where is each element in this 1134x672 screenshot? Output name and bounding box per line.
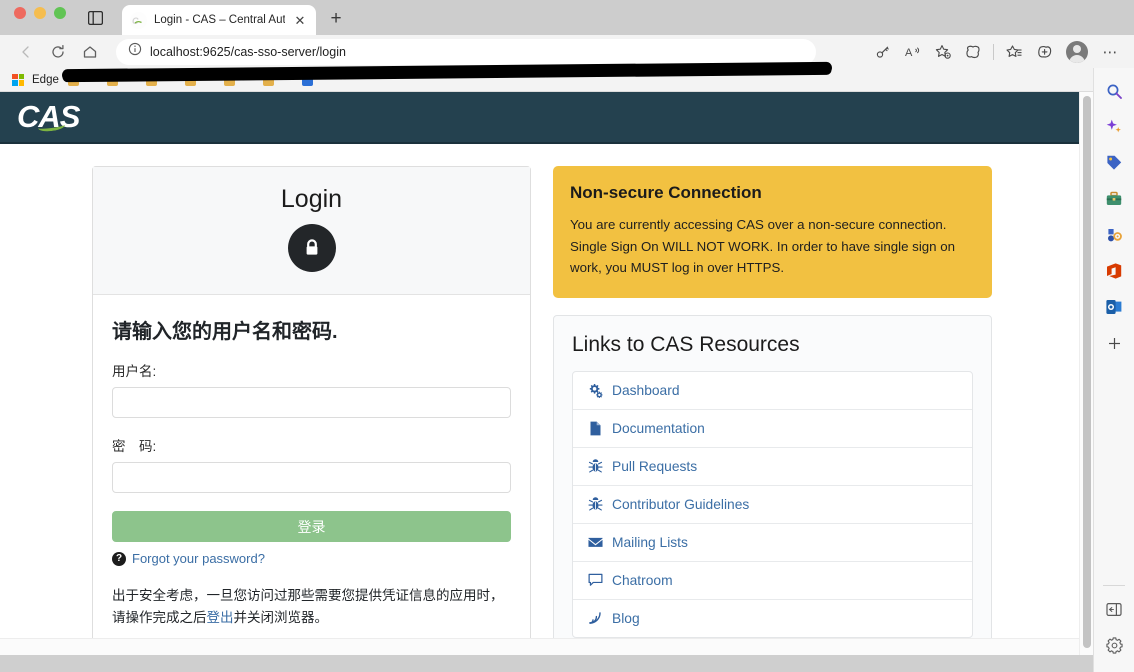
resource-label: Mailing Lists — [612, 534, 688, 550]
tab-close-icon[interactable]: ✕ — [292, 12, 308, 28]
window-controls — [14, 0, 66, 35]
resource-label: Chatroom — [612, 572, 673, 588]
toolbar-divider — [993, 43, 994, 60]
bug-icon — [587, 496, 603, 512]
resources-title: Links to CAS Resources — [572, 332, 800, 356]
non-secure-warning-panel: Non-secure Connection You are currently … — [553, 166, 992, 298]
resource-label: Dashboard — [612, 382, 680, 398]
username-input[interactable] — [112, 387, 511, 418]
resource-label: Blog — [612, 610, 640, 626]
svg-text:A: A — [905, 47, 913, 59]
login-card-header: Login — [93, 167, 530, 295]
resource-link-blog[interactable]: Blog — [573, 600, 972, 637]
resource-link-chatroom[interactable]: Chatroom — [573, 562, 972, 600]
comment-icon — [587, 573, 603, 587]
settings-gear-icon[interactable] — [1099, 630, 1129, 660]
login-title: Login — [280, 185, 343, 213]
search-icon[interactable] — [1099, 76, 1129, 106]
sidebar-toggle-icon[interactable] — [1099, 594, 1129, 624]
help-question-icon: ? — [112, 551, 126, 566]
address-bar[interactable]: localhost:9625/cas-sso-server/login — [116, 38, 816, 65]
tab-title: Login - CAS – Central Authenti — [154, 14, 285, 26]
envelope-icon — [587, 536, 603, 549]
rss-icon — [587, 611, 603, 625]
lock-icon — [287, 224, 336, 272]
back-button[interactable] — [10, 38, 42, 66]
login-prompt: 请输入您的用户名和密码. — [112, 321, 338, 343]
page-viewport: CAS Login 请输入您的用户名和密码. 用户名: 密 码: 登录 ? Fo… — [0, 92, 1093, 655]
right-column: Non-secure Connection You are currently … — [553, 166, 992, 655]
toolbar-icon-group: A ⋯ — [869, 39, 1124, 65]
key-icon[interactable] — [869, 39, 897, 65]
password-label: 密 码: — [112, 439, 157, 454]
home-button[interactable] — [74, 38, 106, 66]
resource-link-mailing-lists[interactable]: Mailing Lists — [573, 524, 972, 562]
profile-avatar[interactable] — [1066, 40, 1088, 63]
close-window-button[interactable] — [14, 6, 26, 19]
resource-link-documentation[interactable]: Documentation — [573, 410, 972, 448]
site-info-icon[interactable] — [128, 42, 142, 61]
username-label: 用户名: — [112, 364, 157, 379]
cogs-icon — [587, 383, 603, 398]
sidebar-add-icon[interactable] — [1099, 328, 1129, 358]
microsoft-logo-icon — [12, 73, 24, 86]
warning-text: You are currently accessing CAS over a n… — [570, 217, 956, 276]
page-scrollbar[interactable] — [1079, 92, 1093, 655]
password-input[interactable] — [112, 462, 511, 493]
new-tab-button[interactable]: + — [322, 5, 350, 33]
resource-label: Pull Requests — [612, 458, 698, 474]
browser-tab[interactable]: C Login - CAS – Central Authenti ✕ — [122, 5, 316, 35]
resource-link-pull-requests[interactable]: Pull Requests — [573, 448, 972, 486]
sidebar-divider — [1103, 585, 1125, 586]
page-bottom-strip — [0, 638, 1093, 655]
split-screen-icon[interactable] — [959, 39, 987, 65]
resource-link-dashboard[interactable]: Dashboard — [573, 372, 972, 410]
collections-icon[interactable] — [1000, 39, 1028, 65]
tab-sidebar-toggle-icon[interactable] — [82, 8, 108, 28]
minimize-window-button[interactable] — [34, 6, 46, 19]
warning-title: Non-secure Connection — [570, 183, 762, 202]
tab-favicon-icon: C — [130, 11, 147, 29]
browser-menu-icon[interactable]: ⋯ — [1096, 39, 1124, 65]
address-bar-url: localhost:9625/cas-sso-server/login — [150, 44, 346, 59]
games-icon[interactable] — [1099, 220, 1129, 250]
logout-link[interactable]: 登出 — [207, 610, 234, 625]
forgot-password-link[interactable]: Forgot your password? — [132, 551, 265, 566]
bookmark-edge-label[interactable]: Edge — [32, 74, 59, 86]
copilot-icon[interactable] — [1099, 112, 1129, 142]
security-notice-after: 并关闭浏览器。 — [233, 610, 329, 626]
reload-button[interactable] — [42, 38, 74, 66]
title-bar: C Login - CAS – Central Authenti ✕ + — [0, 0, 1134, 35]
resource-label: Documentation — [612, 420, 705, 436]
bug-icon — [587, 458, 603, 474]
login-form: 请输入您的用户名和密码. 用户名: 密 码: 登录 ? Forgot your … — [93, 295, 530, 652]
tools-briefcase-icon[interactable] — [1099, 184, 1129, 214]
outlook-icon[interactable] — [1099, 292, 1129, 322]
office-icon[interactable] — [1099, 256, 1129, 286]
favorites-star-icon[interactable] — [929, 39, 957, 65]
cas-site-header: CAS — [0, 92, 1093, 144]
login-submit-button[interactable]: 登录 — [112, 511, 511, 542]
resources-list: Dashboard Documentation Pull Requests Co… — [572, 370, 973, 638]
browser-toolbar: localhost:9625/cas-sso-server/login A ⋯ — [0, 35, 1134, 68]
resource-link-contributor-guidelines[interactable]: Contributor Guidelines — [573, 486, 972, 524]
browser-window: C Login - CAS – Central Authenti ✕ + loc… — [0, 0, 1134, 672]
shopping-tag-icon[interactable] — [1099, 148, 1129, 178]
file-icon — [587, 421, 603, 436]
login-card: Login 请输入您的用户名和密码. 用户名: 密 码: 登录 ? Forgot… — [92, 166, 531, 653]
maximize-window-button[interactable] — [54, 6, 66, 19]
page-scrollbar-thumb[interactable] — [1083, 96, 1091, 648]
read-aloud-icon[interactable]: A — [899, 39, 927, 65]
resources-panel: Links to CAS Resources Dashboard Documen… — [553, 314, 992, 655]
resource-label: Contributor Guidelines — [612, 496, 750, 512]
security-notice: 出于安全考虑，一旦您访问过那些需要您提供凭证信息的应用时，请操作完成之后登出并关… — [112, 585, 511, 630]
page-content: Login 请输入您的用户名和密码. 用户名: 密 码: 登录 ? Forgot… — [0, 144, 1093, 655]
forgot-password-row: ? Forgot your password? — [112, 551, 511, 566]
cas-logo[interactable]: CAS — [17, 99, 80, 135]
tab-actions-icon[interactable] — [1030, 39, 1058, 65]
edge-sidebar — [1093, 68, 1134, 672]
